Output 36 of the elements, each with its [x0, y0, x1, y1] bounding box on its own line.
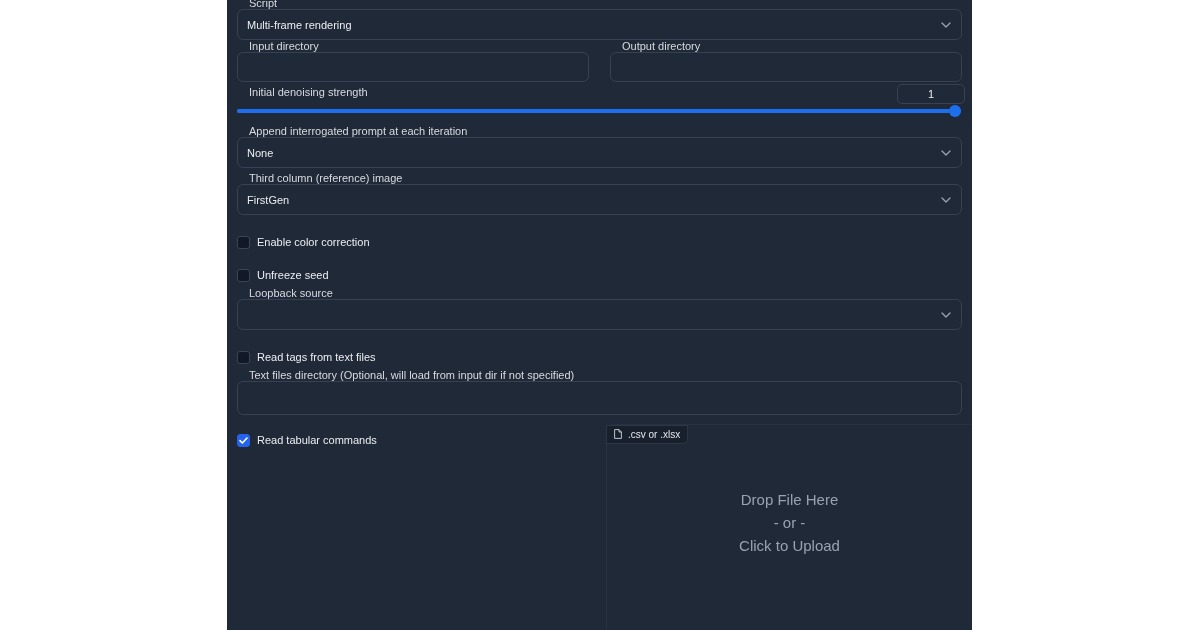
- slider-thumb[interactable]: [949, 105, 961, 117]
- checkbox-label: Enable color correction: [257, 236, 370, 248]
- field-label: Script: [248, 0, 279, 9]
- text-input[interactable]: [237, 52, 589, 82]
- field-label: Input directory: [248, 40, 320, 52]
- upload-hint-text: Click to Upload: [739, 535, 840, 556]
- field-label: Third column (reference) image: [248, 172, 404, 184]
- file-types-text: .csv or .xlsx: [628, 428, 681, 440]
- checkbox-label: Read tags from text files: [257, 351, 376, 363]
- field-label: Loopback source: [248, 287, 334, 299]
- field-label: Output directory: [621, 40, 702, 52]
- chevron-down-icon: [941, 149, 951, 156]
- field-label: Append interrogated prompt at each iteration: [248, 125, 469, 137]
- upload-hint-text: - or -: [773, 512, 806, 533]
- dropdown[interactable]: Multi-frame rendering: [237, 9, 962, 40]
- file-icon: [614, 429, 622, 439]
- checkbox-label: Unfreeze seed: [257, 269, 329, 281]
- dropdown[interactable]: None: [237, 137, 962, 168]
- checkbox[interactable]: [237, 268, 250, 282]
- checkbox[interactable]: [237, 235, 250, 249]
- chevron-down-icon: [941, 21, 951, 28]
- check-icon: [239, 436, 248, 444]
- checkbox[interactable]: [237, 433, 250, 447]
- dropdown[interactable]: FirstGen: [237, 184, 962, 215]
- upload-hint-text: Drop File Here: [740, 489, 839, 510]
- dropdown[interactable]: [237, 299, 962, 330]
- chevron-down-icon: [941, 196, 951, 203]
- number-input[interactable]: 1: [897, 84, 965, 104]
- text-input[interactable]: [237, 381, 962, 415]
- file-upload-area[interactable]: .csv or .xlsx Drop File Here - or - Click to Upload: [606, 424, 972, 630]
- text-input[interactable]: [610, 52, 962, 82]
- field-label: Initial denoising strength: [248, 85, 369, 98]
- chevron-down-icon: [941, 311, 951, 318]
- field-label: Text files directory (Optional, will load from input dir if not specified): [248, 369, 576, 381]
- checkbox[interactable]: [237, 350, 250, 364]
- checkbox-label: Read tabular commands: [257, 434, 377, 446]
